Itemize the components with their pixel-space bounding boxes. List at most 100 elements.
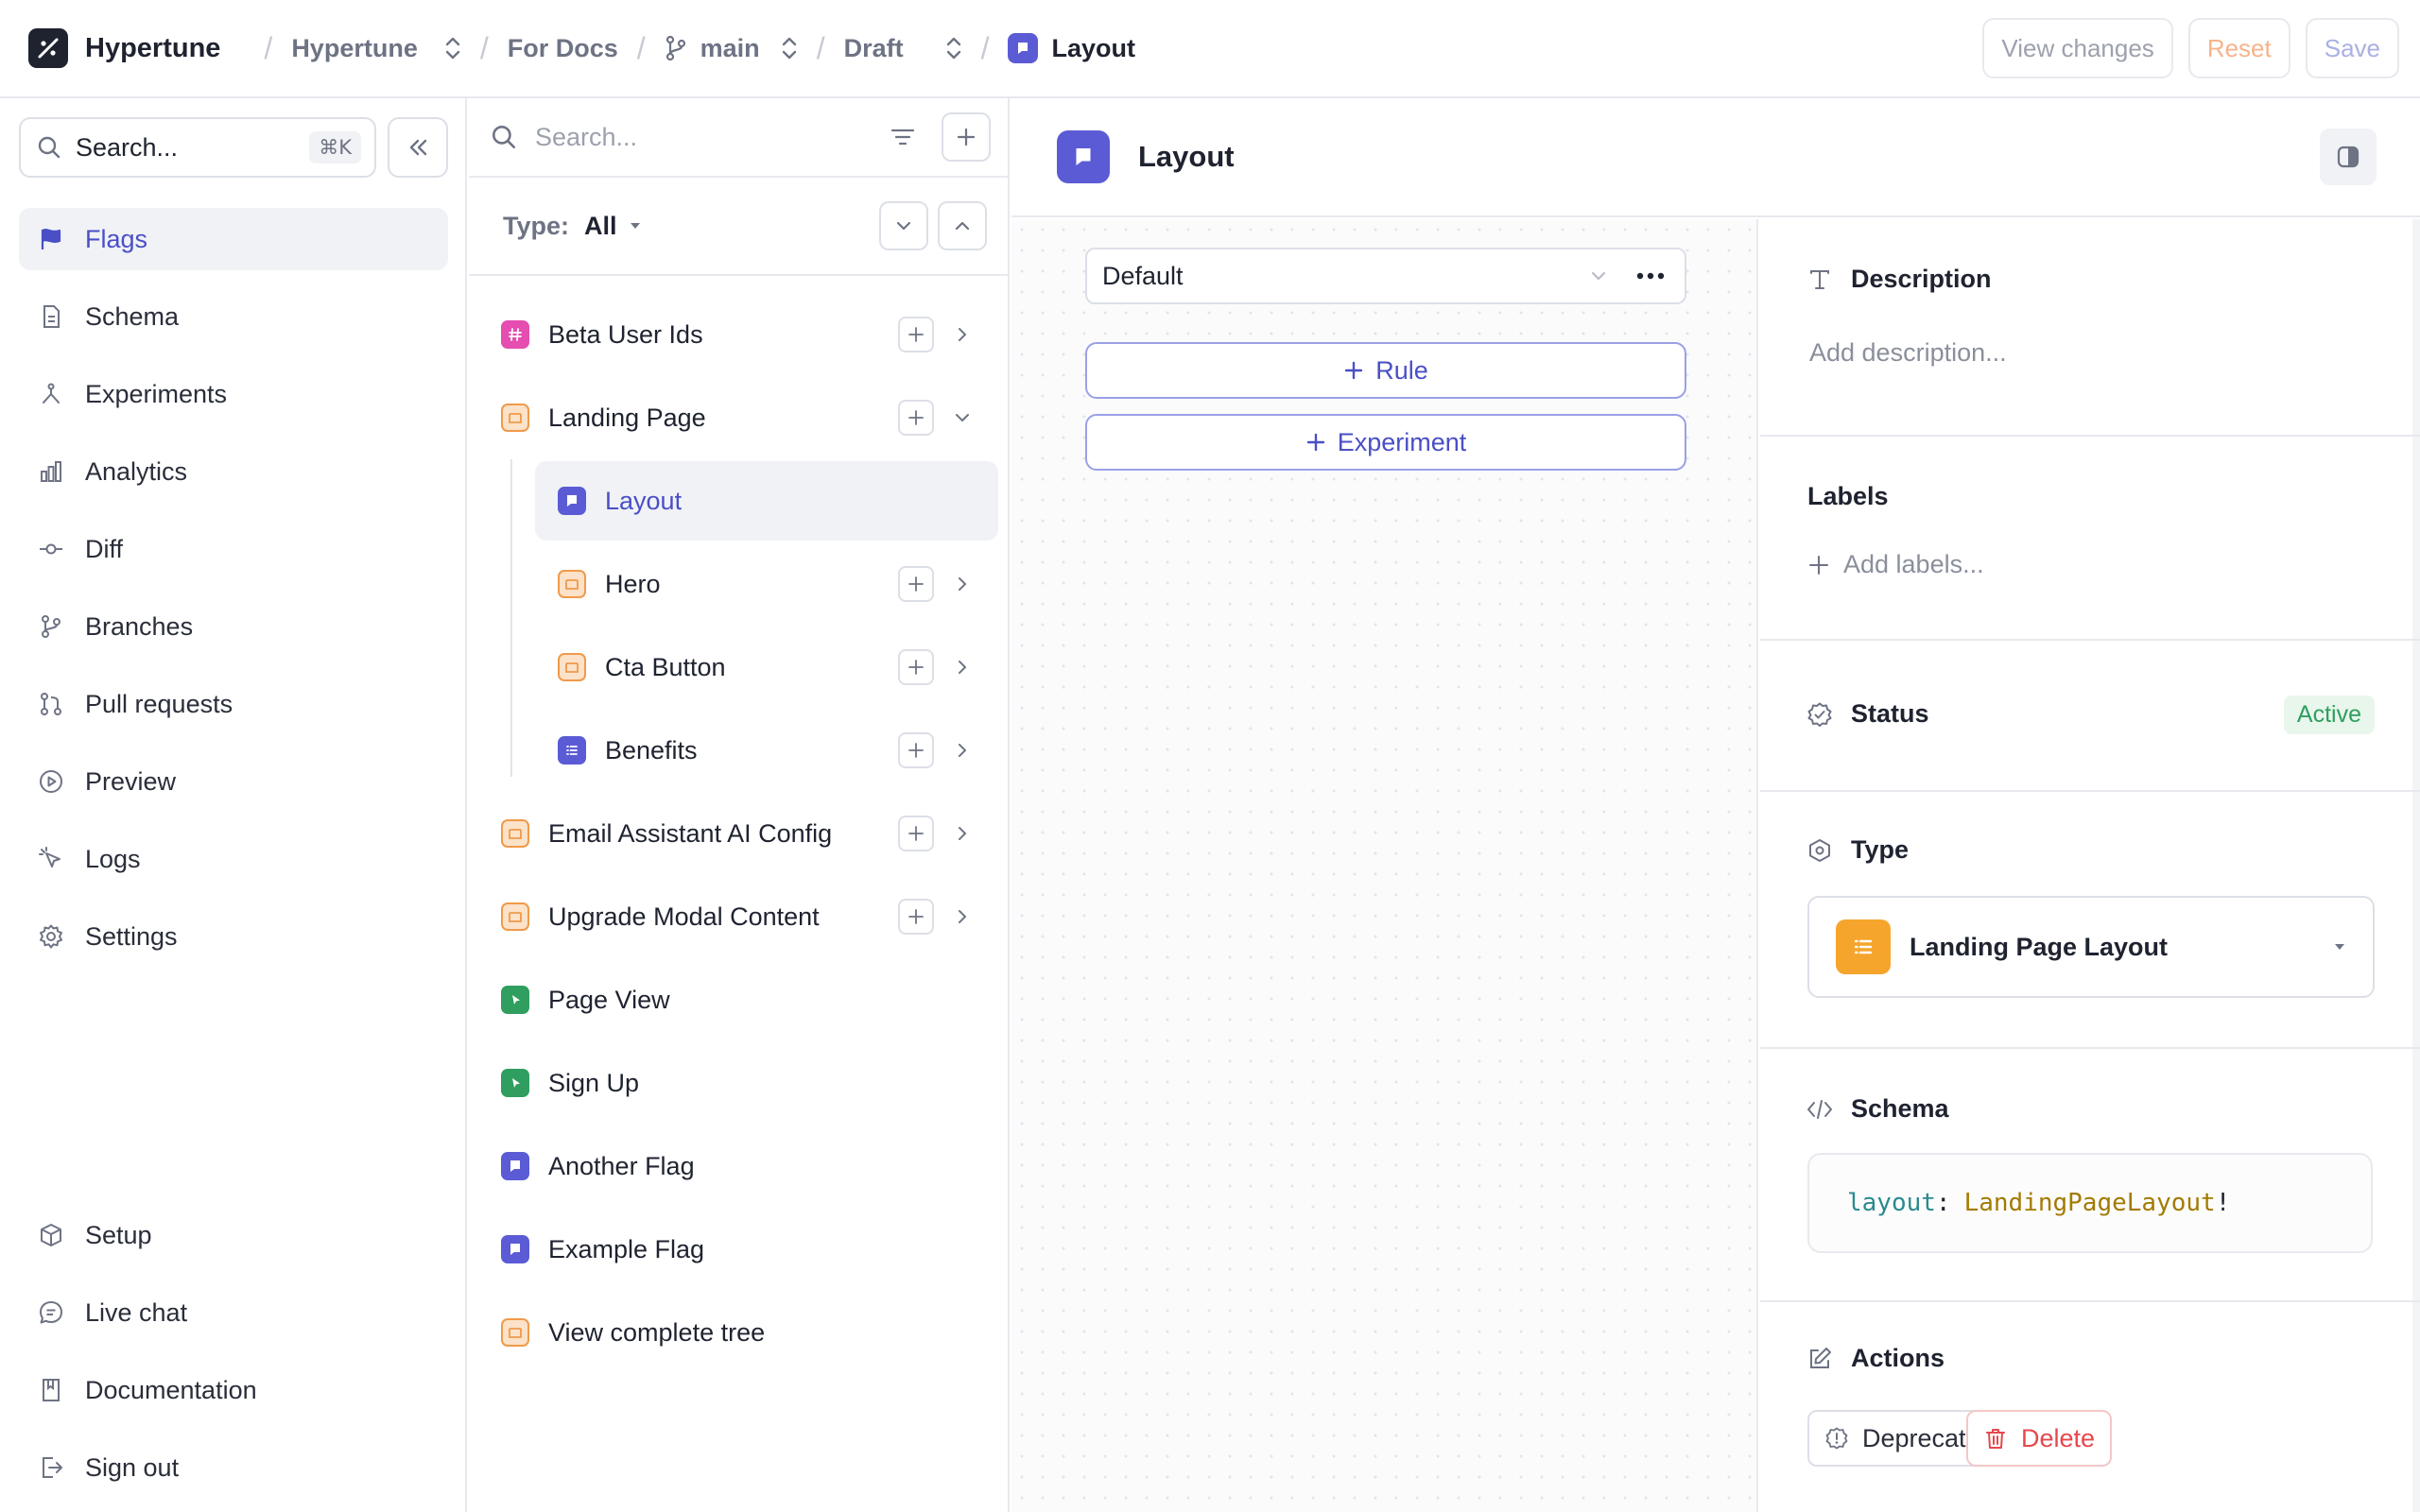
sidebar-item-label: Pull requests — [85, 689, 233, 718]
add-child-button[interactable] — [898, 899, 934, 935]
breadcrumb-branch[interactable]: main — [665, 34, 798, 63]
sidebar-search-input[interactable]: Search... ⌘K — [19, 117, 376, 178]
breadcrumb-draft[interactable]: Draft — [844, 34, 962, 63]
tree-row-hero[interactable]: Hero — [469, 542, 1008, 626]
flag-type-icon — [501, 1235, 529, 1263]
default-value-select[interactable]: Default — [1085, 248, 1686, 304]
sidebar-item-branches[interactable]: Branches — [19, 595, 448, 658]
breadcrumb-folder[interactable]: For Docs — [508, 34, 618, 63]
sidebar-item-diff[interactable]: Diff — [19, 518, 448, 580]
add-child-button[interactable] — [898, 649, 934, 685]
tree-row-another-flag[interactable]: Another Flag — [469, 1125, 1008, 1208]
description-section: Description Add description... — [1760, 219, 2420, 437]
schema-code-block[interactable]: layout : LandingPageLayout ! — [1807, 1153, 2373, 1253]
caret-down-icon[interactable] — [629, 221, 642, 231]
sidebar-item-live-chat[interactable]: Live chat — [19, 1281, 448, 1344]
tree-row-label: Sign Up — [548, 1068, 640, 1097]
sidebar-item-flags[interactable]: Flags — [19, 208, 448, 270]
sidebar-item-logs[interactable]: Logs — [19, 828, 448, 890]
type-select[interactable]: Landing Page Layout — [1807, 896, 2375, 998]
add-child-button[interactable] — [898, 400, 934, 436]
view-changes-button[interactable]: View changes — [1982, 18, 2173, 78]
sidebar-item-analytics[interactable]: Analytics — [19, 440, 448, 503]
tree-row-page-view[interactable]: Page View — [469, 958, 1008, 1041]
add-experiment-button[interactable]: Experiment — [1085, 414, 1686, 471]
delete-button[interactable]: Delete — [1966, 1410, 2113, 1467]
flag-type-icon — [558, 487, 586, 515]
chevron-right-icon[interactable] — [953, 824, 972, 843]
sidebar-item-pull-requests[interactable]: Pull requests — [19, 673, 448, 735]
flag-icon — [36, 224, 66, 254]
commit-icon — [36, 534, 66, 564]
sidebar-item-settings[interactable]: Settings — [19, 905, 448, 968]
add-child-button[interactable] — [898, 816, 934, 851]
add-experiment-label: Experiment — [1337, 427, 1467, 456]
tree-row-example-flag[interactable]: Example Flag — [469, 1208, 1008, 1291]
tree-row-email-assistant-ai-config[interactable]: Email Assistant AI Config — [469, 792, 1008, 875]
sidebar-item-label: Documentation — [85, 1375, 257, 1404]
filter-icon[interactable] — [889, 123, 917, 151]
reset-button[interactable]: Reset — [2187, 18, 2290, 78]
breadcrumb-current-flag[interactable]: Layout — [1008, 33, 1135, 63]
tree-row-benefits[interactable]: Benefits — [469, 709, 1008, 792]
tree-row-view-complete-tree[interactable]: View complete tree — [469, 1291, 1008, 1374]
tree-row-cta-button[interactable]: Cta Button — [469, 626, 1008, 709]
tree-row-landing-page[interactable]: Landing Page — [469, 376, 1008, 459]
breadcrumb-label: Layout — [1051, 33, 1135, 62]
document-icon — [36, 301, 66, 332]
sidebar-item-sign-out[interactable]: Sign out — [19, 1436, 448, 1499]
folder-icon — [558, 570, 586, 598]
branch-icon — [36, 611, 66, 642]
sidebar-bottom-nav: Setup Live chat Documentation Sign out — [19, 1204, 448, 1512]
chevron-right-icon[interactable] — [953, 907, 972, 926]
add-rule-button[interactable]: Rule — [1085, 342, 1686, 399]
sidebar-item-label: Preview — [85, 766, 177, 796]
tree-row-label: Page View — [548, 985, 670, 1014]
tree-row-upgrade-modal-content[interactable]: Upgrade Modal Content — [469, 875, 1008, 958]
top-actions: View changes Reset Save — [1982, 18, 2399, 78]
breadcrumb-separator: / — [264, 30, 273, 65]
chevron-down-icon[interactable] — [953, 408, 972, 427]
add-child-button[interactable] — [898, 566, 934, 602]
chevron-up-icon — [952, 215, 973, 236]
toggle-panel-button[interactable] — [2320, 129, 2377, 185]
sidebar-item-preview[interactable]: Preview — [19, 750, 448, 813]
sidebar-item-documentation[interactable]: Documentation — [19, 1359, 448, 1421]
add-child-button[interactable] — [898, 732, 934, 768]
collapse-sidebar-button[interactable] — [388, 117, 448, 178]
folder-icon — [501, 819, 529, 848]
section-title: Labels — [1807, 482, 1889, 510]
breadcrumb-project[interactable]: Hypertune — [291, 34, 461, 63]
description-input[interactable]: Add description... — [1809, 338, 2007, 368]
chevron-right-icon[interactable] — [953, 575, 972, 593]
tree-row-sign-up[interactable]: Sign Up — [469, 1041, 1008, 1125]
chevron-right-icon[interactable] — [953, 325, 972, 344]
add-flag-button[interactable] — [942, 112, 991, 162]
type-filter-bar: Type: All — [469, 178, 1008, 276]
tree-row-beta-user-ids[interactable]: Beta User Ids — [469, 293, 1008, 376]
add-rule-label: Rule — [1375, 355, 1428, 385]
chevron-right-icon[interactable] — [953, 658, 972, 677]
caret-down-icon — [2333, 942, 2346, 952]
collapse-all-button[interactable] — [938, 201, 987, 250]
sidebar-item-experiments[interactable]: Experiments — [19, 363, 448, 425]
brand-name[interactable]: Hypertune — [85, 33, 220, 64]
status-badge[interactable]: Active — [2283, 696, 2375, 734]
sidebar-item-label: Settings — [85, 921, 178, 951]
add-child-button[interactable] — [898, 317, 934, 352]
save-button[interactable]: Save — [2305, 18, 2399, 78]
sidebar-item-schema[interactable]: Schema — [19, 285, 448, 348]
expand-all-button[interactable] — [879, 201, 928, 250]
type-filter-value[interactable]: All — [584, 212, 617, 241]
book-icon — [36, 1375, 66, 1405]
tree-search-input[interactable]: Search... — [535, 123, 889, 152]
type-filter-label: Type: — [503, 211, 570, 240]
search-icon — [36, 134, 62, 161]
hypertune-logo-icon[interactable] — [28, 28, 68, 68]
more-options-icon[interactable] — [1635, 271, 1666, 281]
chevron-right-icon[interactable] — [953, 741, 972, 760]
add-labels-button[interactable]: Add labels... — [1807, 550, 1984, 579]
tree-row-layout[interactable]: Layout — [469, 459, 1008, 542]
sidebar-item-setup[interactable]: Setup — [19, 1204, 448, 1266]
sidebar-item-label: Live chat — [85, 1297, 188, 1327]
